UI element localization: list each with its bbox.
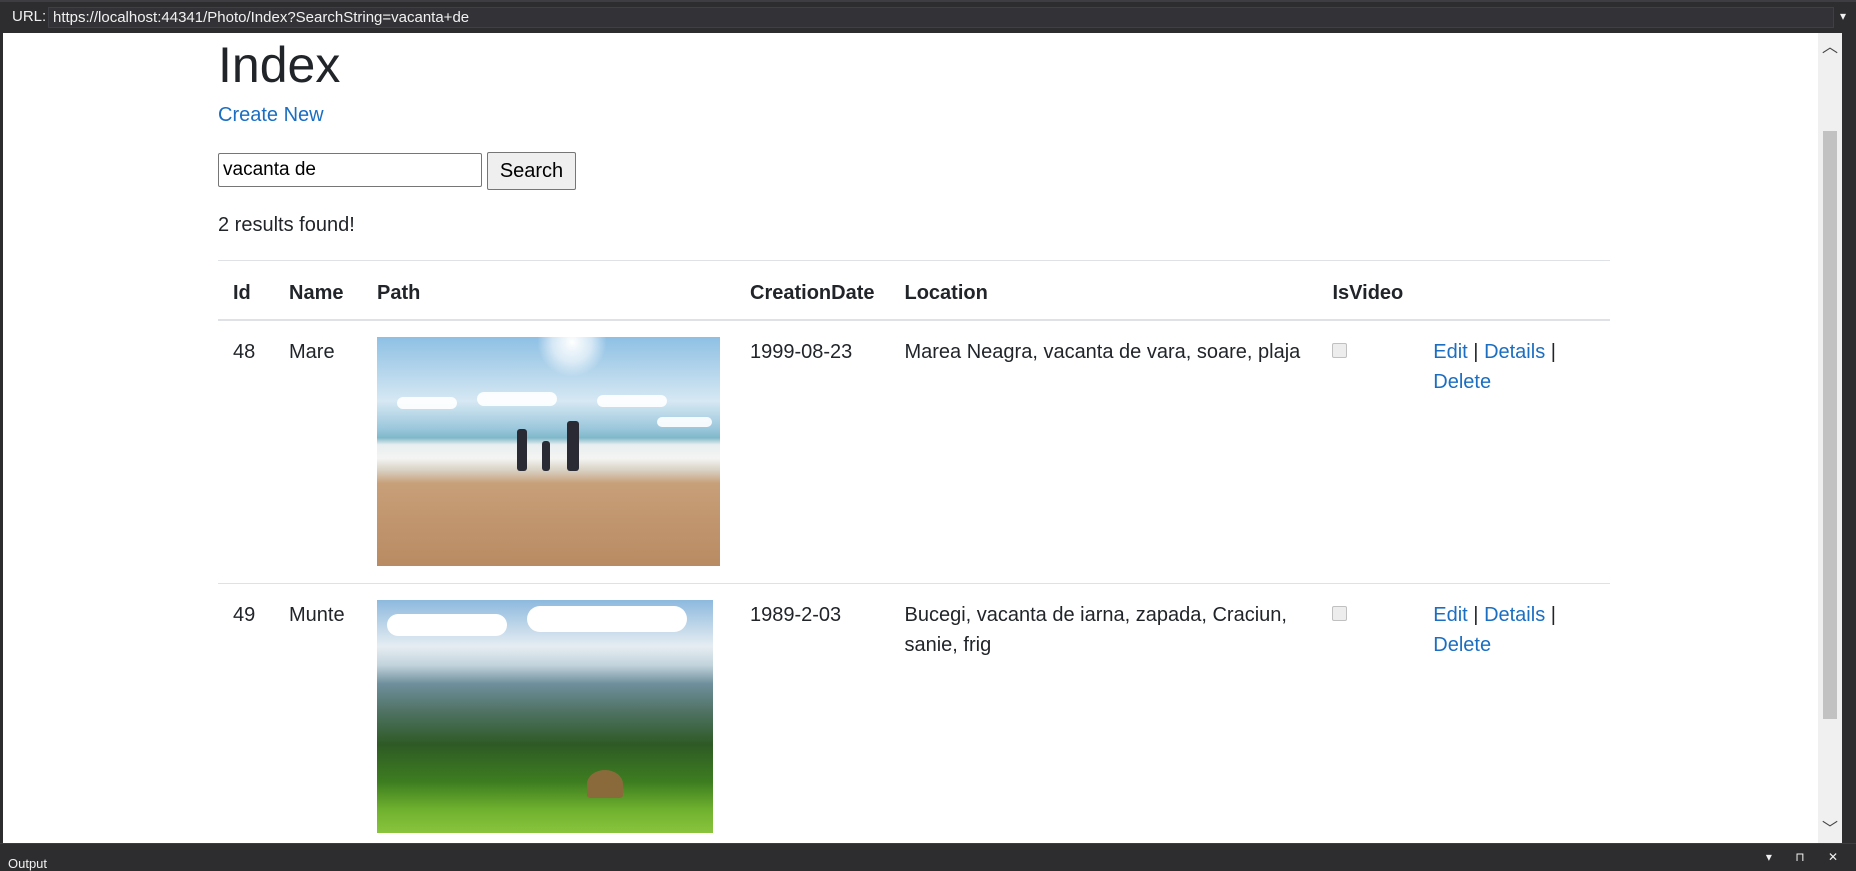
header-creation-date: CreationDate <box>735 260 890 321</box>
scrollbar-thumb[interactable] <box>1823 131 1837 719</box>
url-input[interactable]: https://localhost:44341/Photo/Index?Sear… <box>48 7 1834 28</box>
photo-table: Id Name Path CreationDate Location IsVid… <box>218 260 1610 843</box>
cell-id: 48 <box>218 319 274 584</box>
side-panel-strip <box>1842 33 1856 843</box>
details-link[interactable]: Details <box>1484 341 1545 363</box>
is-video-checkbox <box>1332 343 1348 358</box>
output-panel-bar: Output ▾ ⊓ ✕ <box>0 843 1856 871</box>
cell-location: Bucegi, vacanta de iarna, zapada, Craciu… <box>889 583 1318 843</box>
cell-name: Mare <box>274 319 362 584</box>
cell-path <box>362 583 735 843</box>
header-name: Name <box>274 260 362 321</box>
table-row: 48 Mare 1999-08-23 Marea Neagra, vacanta… <box>218 319 1610 584</box>
cell-path <box>362 319 735 584</box>
separator: | <box>1550 341 1556 363</box>
delete-link[interactable]: Delete <box>1433 371 1491 393</box>
search-button[interactable]: Search <box>487 152 576 190</box>
cell-creation-date: 1989-2-03 <box>735 583 890 843</box>
url-bar: URL: https://localhost:44341/Photo/Index… <box>0 0 1856 32</box>
chevron-up-icon[interactable]: ︿ <box>1818 37 1842 59</box>
results-count: 2 results found! <box>218 214 355 236</box>
header-id: Id <box>218 260 274 321</box>
cell-creation-date: 1999-08-23 <box>735 319 890 584</box>
edit-link[interactable]: Edit <box>1433 604 1467 626</box>
edit-link[interactable]: Edit <box>1433 341 1467 363</box>
chevron-down-icon[interactable]: ﹀ <box>1818 819 1842 841</box>
url-dropdown-icon[interactable]: ▾ <box>1840 9 1846 23</box>
cell-location: Marea Neagra, vacanta de vara, soare, pl… <box>889 319 1318 584</box>
cell-actions: Edit | Details | Delete <box>1418 583 1610 843</box>
table-row: 49 Munte 1989-2-03 Bucegi, vacanta de ia… <box>218 583 1610 843</box>
header-actions <box>1418 260 1610 321</box>
details-link[interactable]: Details <box>1484 604 1545 626</box>
page-title: Index <box>218 37 341 93</box>
table-header-row: Id Name Path CreationDate Location IsVid… <box>218 260 1610 321</box>
separator: | <box>1473 604 1479 626</box>
search-input[interactable] <box>218 153 482 187</box>
url-label: URL: <box>12 8 47 25</box>
cell-name: Munte <box>274 583 362 843</box>
cell-actions: Edit | Details | Delete <box>1418 319 1610 584</box>
is-video-checkbox <box>1332 606 1348 621</box>
header-location: Location <box>889 260 1318 321</box>
output-label: Output <box>8 856 48 871</box>
separator: | <box>1473 341 1479 363</box>
cell-is-video <box>1317 583 1419 843</box>
cell-is-video <box>1317 319 1419 584</box>
vertical-scrollbar[interactable]: ︿ ﹀ <box>1818 33 1842 843</box>
separator: | <box>1550 604 1556 626</box>
mountain-photo <box>377 600 713 833</box>
delete-link[interactable]: Delete <box>1433 634 1491 656</box>
header-is-video: IsVideo <box>1317 260 1419 321</box>
beach-photo <box>377 337 720 566</box>
cell-id: 49 <box>218 583 274 843</box>
panel-controls-icon[interactable]: ▾ ⊓ ✕ <box>1766 850 1848 864</box>
browser-viewport: Index Create New Search 2 results found!… <box>3 33 1818 843</box>
create-new-link[interactable]: Create New <box>218 104 324 127</box>
header-path: Path <box>362 260 735 321</box>
